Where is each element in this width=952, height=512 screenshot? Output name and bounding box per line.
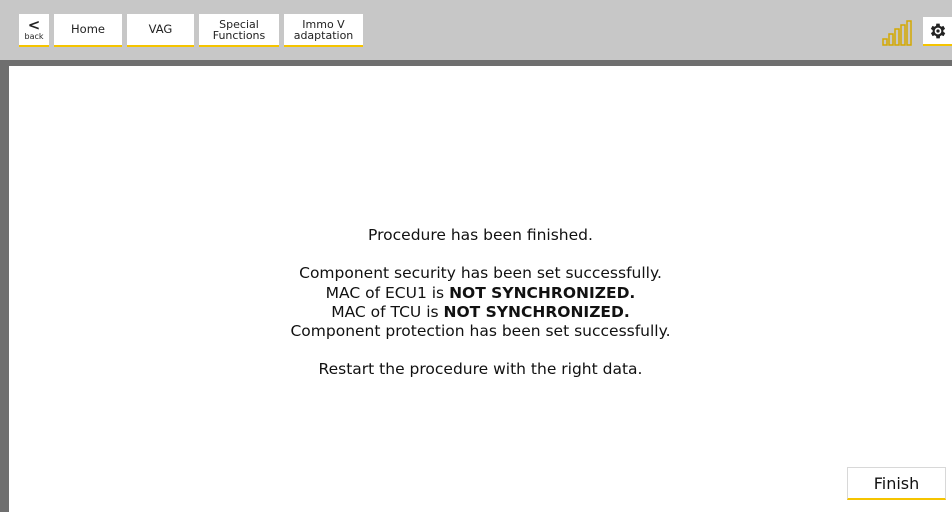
message-line-security: Component security has been set successf… [299,264,662,283]
breadcrumb-special-line1: Special [219,17,259,31]
breadcrumb-immo-line2: adaptation [293,28,354,42]
breadcrumb-home-label: Home [71,22,105,36]
chevron-left-icon: < [27,15,41,34]
breadcrumb-immo-adaptation[interactable]: Immo V adaptation [284,14,363,47]
message-line-finished: Procedure has been finished. [368,226,593,244]
result-message: Procedure has been finished. Component s… [9,226,952,380]
finish-button[interactable]: Finish [847,467,946,500]
gear-icon [930,23,945,38]
breadcrumb-immo-line1: Immo V [302,17,345,31]
finish-button-label: Finish [873,473,920,493]
breadcrumb-special-functions[interactable]: Special Functions [199,14,279,47]
message-line-restart: Restart the procedure with the right dat… [318,360,643,379]
settings-button[interactable] [923,17,952,46]
breadcrumb-special-line2: Functions [212,28,266,42]
breadcrumb-vag[interactable]: VAG [127,14,194,47]
message-line-ecu1: MAC of ECU1 is NOT SYNCHRONIZED. [325,283,636,302]
signal-strength-icon [882,20,912,46]
message-line-protection: Component protection has been set succes… [290,322,671,341]
breadcrumb-home[interactable]: Home [54,14,122,47]
left-frame-border [0,60,9,512]
breadcrumb-vag-label: VAG [148,22,173,36]
message-line-tcu: MAC of TCU is NOT SYNCHRONIZED. [331,302,630,321]
top-navigation-bar: < back Home VAG Special Functions Immo V… [0,0,952,60]
back-button[interactable]: < back [19,14,49,47]
topbar-divider [0,60,952,66]
back-label: back [24,31,44,41]
